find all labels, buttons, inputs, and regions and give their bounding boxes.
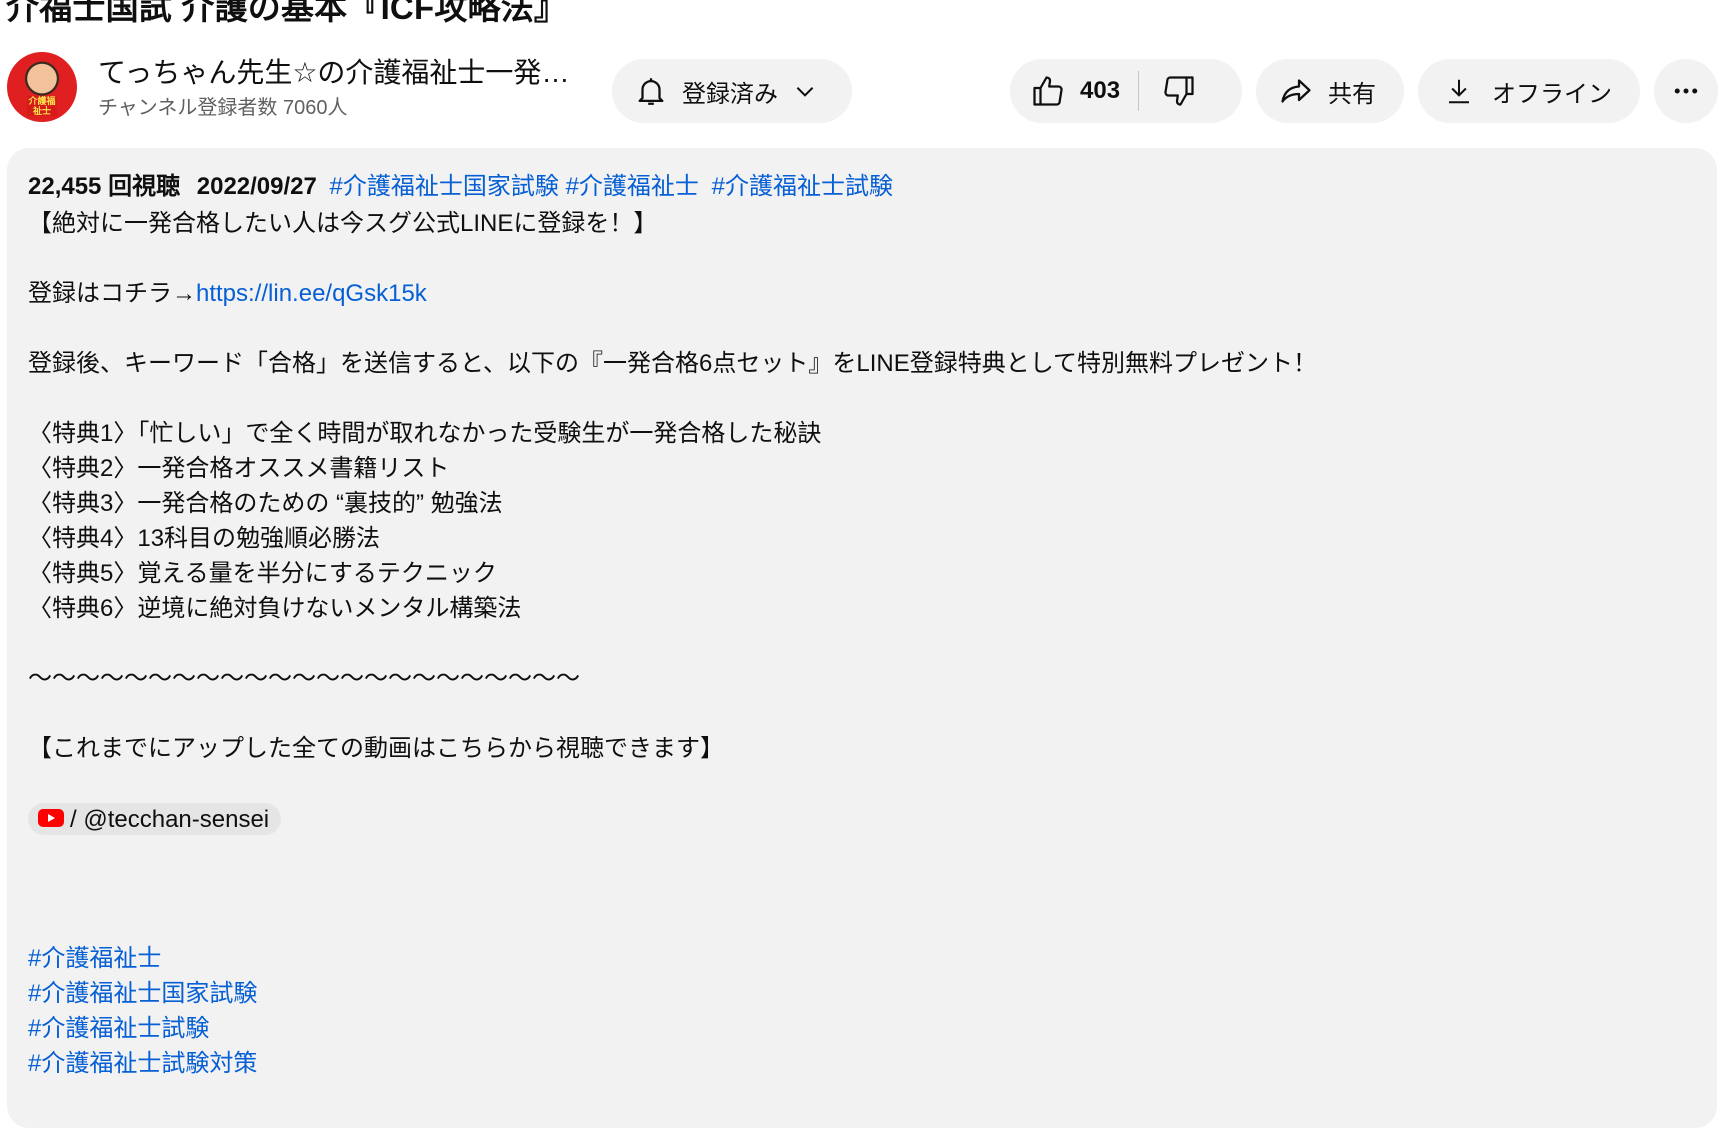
channel-avatar[interactable]: 介護福祉士	[7, 52, 77, 122]
share-button[interactable]: 共有	[1256, 59, 1404, 123]
subscriber-count: チャンネル登録者数 7060人	[98, 97, 348, 119]
channel-handle-chip[interactable]: / @tecchan-sensei	[28, 802, 282, 837]
register-line: 登録はコチラ→https://lin.ee/qGsk15k	[28, 276, 1317, 311]
youtube-logo-icon	[38, 802, 64, 837]
intro-line: 【絶対に一発合格したい人は今スグ公式LINEに登録を！】	[28, 210, 658, 237]
divider-text: 〜〜〜〜〜〜〜〜〜〜〜〜〜〜〜〜〜〜〜〜〜〜〜	[28, 665, 580, 692]
download-icon	[1444, 76, 1474, 106]
channel-chip-row: / @tecchan-sensei	[28, 801, 1317, 836]
benefit-item: 〈特典3〉一発合格のための “裏技的” 勉強法	[28, 490, 503, 517]
share-label: 共有	[1328, 80, 1376, 108]
footer-hashtag[interactable]: #介護福祉士試験対策	[28, 1046, 1317, 1081]
header-hashtag[interactable]: #介護福祉士国家試験	[330, 173, 559, 200]
benefit-item: 〈特典2〉一発合格オススメ書籍リスト	[28, 455, 450, 482]
thumbs-down-icon	[1161, 73, 1197, 109]
benefit-item: 〈特典4〉13科目の勉強順必勝法	[28, 525, 381, 552]
register-prefix: 登録はコチラ→	[28, 280, 196, 307]
keyword-line: 登録後、キーワード「合格」を送信すると、以下の『一発合格6点セット』をLINE登…	[28, 350, 1318, 377]
benefit-item: 〈特典6〉逆境に絶対負けないメンタル構築法	[28, 595, 522, 622]
view-count: 22,455 回視聴	[28, 173, 181, 200]
like-button[interactable]: 403	[1010, 59, 1138, 123]
upload-date: 2022/09/27	[196, 173, 317, 200]
subscribed-button[interactable]: 登録済み	[612, 59, 852, 123]
benefit-item: 〈特典5〉覚える量を半分にするテクニック	[28, 560, 497, 587]
header-hashtag[interactable]: #介護福祉士試験	[712, 173, 893, 200]
footer-hashtag[interactable]: #介護福祉士国家試験	[28, 976, 1317, 1011]
channel-handle: / @tecchan-sensei	[70, 805, 270, 833]
offline-download-button[interactable]: オフライン	[1418, 59, 1640, 123]
like-dislike-group: 403	[1010, 59, 1242, 123]
avatar-shirt-text: 介護福祉士	[27, 96, 57, 116]
description-meta: 22,455 回視聴 2022/09/27 #介護福祉士国家試験 #介護福祉士 …	[28, 172, 893, 202]
footer-hashtag[interactable]: #介護福祉士	[28, 941, 1317, 976]
more-actions-button[interactable]	[1654, 59, 1718, 123]
channel-name[interactable]: てっちゃん先生☆の介護福祉士一発合格チャンネル	[98, 56, 573, 90]
footer-hashtag[interactable]: #介護福祉士試験	[28, 1011, 1317, 1046]
bell-icon	[634, 74, 668, 108]
line-register-link[interactable]: https://lin.ee/qGsk15k	[196, 280, 427, 307]
videos-line: 【これまでにアップした全ての動画はこちらから視聴できます】	[28, 735, 724, 762]
like-count: 403	[1080, 77, 1121, 104]
benefit-item: 〈特典1〉「忙しい」で全く時間が取れなかった受験生が一発合格した秘訣	[28, 420, 822, 447]
subscribed-label: 登録済み	[682, 80, 778, 108]
chevron-down-icon	[792, 78, 818, 104]
more-horizontal-icon	[1671, 76, 1701, 106]
thumbs-up-icon	[1030, 73, 1066, 109]
offline-label: オフライン	[1492, 80, 1612, 108]
description-body: 【絶対に一発合格したい人は今スグ公式LINEに登録を！】 登録はコチラ→http…	[28, 206, 1317, 1081]
share-arrow-icon	[1278, 73, 1314, 109]
video-title: 介福士国試 介護の基本『ICF攻略法』	[6, 0, 568, 26]
dislike-button[interactable]	[1139, 59, 1217, 123]
header-hashtag[interactable]: #介護福祉士	[566, 173, 699, 200]
